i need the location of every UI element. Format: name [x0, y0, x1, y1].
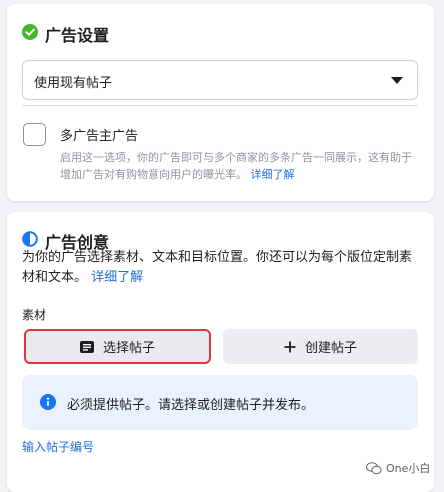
ad-settings-title: 广告设置	[45, 26, 110, 45]
learn-more-link-2[interactable]: 详细了解	[91, 270, 143, 285]
ad-creative-card: 广告创意 为你的广告选择素材、文本和目标位置。你还可以为每个版位定制素材和文本。…	[7, 212, 434, 492]
multi-advertiser-label: 多广告主广告	[60, 129, 139, 144]
info-icon	[40, 394, 56, 410]
ad-creative-desc-text: 为你的广告选择素材、文本和目标位置。你还可以为每个版位定制素材和文本。	[22, 250, 413, 285]
divider	[22, 105, 418, 106]
create-post-button[interactable]: 创建帖子	[223, 329, 418, 364]
post-icon	[79, 340, 94, 353]
multi-advertiser-checkbox[interactable]	[23, 123, 46, 146]
ad-settings-card: 广告设置 使用现有帖子 多广告主广告 启用这一选项，你的广告即可与多个商家的多条…	[7, 4, 434, 201]
info-text: 必须提供帖子。请选择或创建帖子并发布。	[67, 398, 315, 413]
watermark-text: One小白	[386, 462, 431, 475]
select-post-label: 选择帖子	[102, 341, 155, 356]
learn-more-link[interactable]: 详细了解	[251, 168, 295, 181]
create-post-label: 创建帖子	[304, 341, 357, 356]
multi-advertiser-description: 启用这一选项，你的广告即可与多个商家的多条广告一同展示，这有助于增加广告对有购物…	[60, 149, 420, 183]
media-label: 素材	[22, 308, 47, 322]
half-circle-icon	[22, 231, 38, 247]
ad-creative-description: 为你的广告选择素材、文本和目标位置。你还可以为每个版位定制素材和文本。 详细了解	[22, 248, 422, 288]
watermark: One小白	[366, 460, 430, 476]
dropdown-value: 使用现有帖子	[34, 76, 113, 91]
multi-advertiser-desc-text: 启用这一选项，你的广告即可与多个商家的多条广告一同展示，这有助于增加广告对有购物…	[60, 151, 412, 181]
info-banner: 必须提供帖子。请选择或创建帖子并发布。	[22, 375, 418, 430]
chevron-down-icon	[391, 77, 403, 84]
wechat-icon	[366, 461, 382, 474]
post-source-dropdown[interactable]: 使用现有帖子	[22, 60, 418, 100]
enter-post-id-link[interactable]: 输入帖子编号	[22, 438, 94, 455]
check-circle-icon	[22, 24, 38, 40]
select-post-button[interactable]: 选择帖子	[24, 329, 211, 364]
plus-icon	[284, 341, 296, 352]
